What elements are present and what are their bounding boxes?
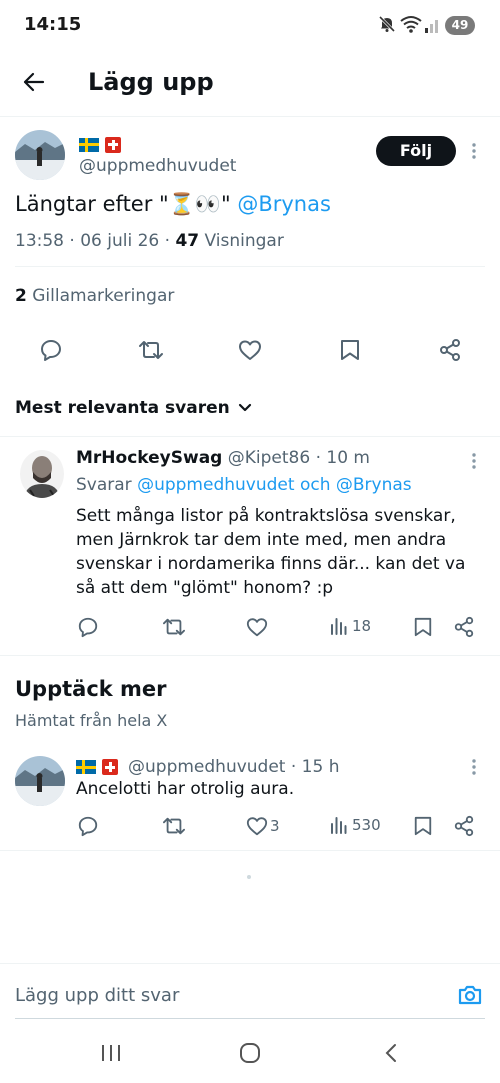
reply-reply-icon[interactable] xyxy=(77,616,99,638)
discover-subtitle: Hämtat från hela X xyxy=(15,711,168,730)
section-divider xyxy=(0,850,500,851)
section-divider xyxy=(0,655,500,656)
replying-to-links[interactable]: @uppmedhuvudet och @Brynas xyxy=(137,475,412,495)
reply-author-handle[interactable]: @Kipet86 xyxy=(228,448,310,468)
discover-like[interactable]: 3 xyxy=(246,815,280,837)
reply-icon[interactable] xyxy=(39,338,63,362)
reply-bookmark-icon[interactable] xyxy=(413,616,433,638)
discover-bookmark-icon[interactable] xyxy=(413,815,433,837)
sweden-flag-icon xyxy=(76,760,96,774)
battery-indicator: 49 xyxy=(445,16,475,35)
reply-time: · 10 m xyxy=(310,448,370,468)
discover-post-text: Ancelotti har otrolig aura. xyxy=(76,779,295,799)
home-icon[interactable] xyxy=(239,1043,261,1063)
share-icon[interactable] xyxy=(438,338,462,362)
views-label: Visningar xyxy=(199,231,284,251)
discover-repost-icon[interactable] xyxy=(162,815,186,837)
likes-label: Gillamarkeringar xyxy=(26,286,175,306)
back-nav-icon[interactable] xyxy=(380,1043,402,1063)
switzerland-flag-icon xyxy=(102,759,118,775)
repost-icon[interactable] xyxy=(138,338,164,362)
post-text-part: Längtar efter " xyxy=(15,192,169,216)
replies-sort-dropdown[interactable]: Mest relevanta svaren xyxy=(15,398,252,418)
replies-sort-label: Mest relevanta svaren xyxy=(15,398,230,418)
replying-prefix: Svarar xyxy=(76,475,138,495)
reply-text: Sett många listor på kontraktslösa svens… xyxy=(76,506,466,598)
author-handle[interactable]: @uppmedhuvudet xyxy=(79,156,236,176)
like-icon[interactable] xyxy=(238,338,262,362)
loading-indicator xyxy=(247,875,251,879)
signal-icon xyxy=(424,16,442,34)
author-flags xyxy=(79,134,127,153)
page-title: Lägg upp xyxy=(88,68,214,96)
discover-author-avatar[interactable] xyxy=(15,756,65,806)
bookmark-icon[interactable] xyxy=(339,338,361,362)
sweden-flag-icon xyxy=(79,137,99,152)
replying-to: Svarar @uppmedhuvudet och @Brynas xyxy=(76,475,412,495)
post-emoji: ⏳👀 xyxy=(168,192,221,216)
reply-bar-divider xyxy=(0,963,500,964)
recent-apps-icon[interactable] xyxy=(100,1043,122,1063)
reply-author-avatar[interactable] xyxy=(20,450,64,498)
likes-count: 2 xyxy=(15,286,27,306)
section-divider xyxy=(0,436,500,437)
discover-reply-icon[interactable] xyxy=(77,815,99,837)
discover-title: Upptäck mer xyxy=(15,677,167,701)
reply-share-icon[interactable] xyxy=(453,616,475,638)
discover-views[interactable]: 530 xyxy=(329,815,381,835)
follow-button[interactable]: Följ xyxy=(376,136,456,166)
status-time: 14:15 xyxy=(24,14,82,35)
views-count: 47 xyxy=(175,231,200,251)
back-arrow-icon[interactable] xyxy=(22,70,46,94)
discover-post-header: @uppmedhuvudet · 15 h xyxy=(76,757,340,777)
views-icon xyxy=(329,815,349,835)
mention-link[interactable]: @Brynas xyxy=(237,192,331,216)
switzerland-flag-icon xyxy=(105,136,121,153)
reply-views[interactable]: 18 xyxy=(329,616,371,636)
meta-divider xyxy=(15,266,485,267)
post-text-part: " xyxy=(220,192,238,216)
wifi-icon xyxy=(400,15,424,33)
reply-input-underline xyxy=(15,1018,485,1019)
discover-views-count: 530 xyxy=(352,816,381,834)
reply-like-icon[interactable] xyxy=(246,616,268,638)
post-date[interactable]: 06 juli 26 xyxy=(80,231,159,251)
reply-author-name[interactable]: MrHockeySwag xyxy=(76,448,222,468)
meta-separator: · xyxy=(159,231,176,251)
author-avatar[interactable] xyxy=(15,130,65,180)
discover-likes-count: 3 xyxy=(270,817,280,835)
chevron-down-icon xyxy=(238,403,252,413)
more-options-icon[interactable] xyxy=(470,142,478,160)
mute-icon xyxy=(378,15,396,33)
reply-more-options-icon[interactable] xyxy=(470,452,478,470)
reply-input[interactable]: Lägg upp ditt svar xyxy=(15,985,179,1006)
meta-separator: · xyxy=(64,231,81,251)
camera-icon[interactable] xyxy=(457,983,483,1007)
discover-like-icon xyxy=(246,815,268,837)
post-meta: 13:58 · 06 juli 26 · 47 Visningar xyxy=(15,231,284,251)
reply-views-count: 18 xyxy=(352,617,372,635)
discover-post-time: · 15 h xyxy=(285,757,340,777)
likes-summary[interactable]: 2 Gillamarkeringar xyxy=(15,286,174,306)
discover-share-icon[interactable] xyxy=(453,815,475,837)
views-icon xyxy=(329,616,349,636)
discover-author-handle[interactable]: @uppmedhuvudet xyxy=(128,757,285,777)
post-text: Längtar efter "⏳👀" @Brynas xyxy=(15,192,331,217)
reply-repost-icon[interactable] xyxy=(162,616,186,638)
header-divider xyxy=(0,116,500,117)
post-time[interactable]: 13:58 xyxy=(15,231,64,251)
reply-header: MrHockeySwag @Kipet86 · 10 m xyxy=(76,448,370,468)
discover-more-options-icon[interactable] xyxy=(470,758,478,776)
